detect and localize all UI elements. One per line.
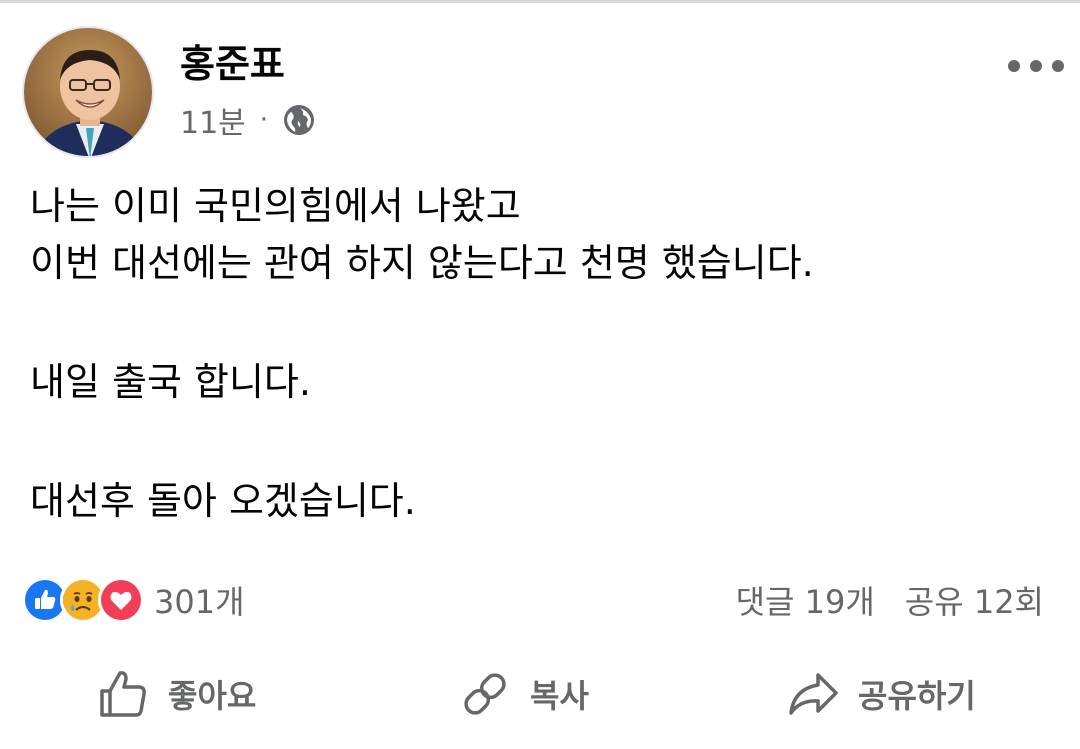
author-name[interactable]: 홍준표 bbox=[180, 40, 285, 88]
post-body: 나는 이미 국민의힘에서 나왔고 이번 대선에는 관여 하지 않는다고 천명 했… bbox=[30, 178, 1050, 530]
post-line: 내일 출국 합니다. bbox=[30, 360, 311, 404]
meta-separator: · bbox=[259, 105, 269, 135]
post-line: 이번 대선에는 관여 하지 않는다고 천명 했습니다. bbox=[30, 241, 814, 285]
like-button[interactable]: 좋아요 bbox=[96, 652, 256, 736]
share-button[interactable]: 공유하기 bbox=[786, 652, 976, 736]
thumbs-up-icon bbox=[100, 671, 146, 717]
more-dot-icon bbox=[1052, 60, 1064, 72]
facebook-post: 홍준표 11분 · 나는 이미 국민의힘에서 나왔고 이번 대선에는 관여 하지… bbox=[0, 0, 1080, 749]
more-options-button[interactable] bbox=[1008, 54, 1064, 78]
more-dot-icon bbox=[1030, 60, 1042, 72]
more-dot-icon bbox=[1008, 60, 1020, 72]
reaction-count: 301개 bbox=[154, 583, 245, 621]
post-meta: 11분 · bbox=[180, 98, 316, 142]
copy-label: 복사 bbox=[530, 677, 589, 715]
love-icon bbox=[98, 577, 144, 623]
share-label: 공유하기 bbox=[858, 677, 976, 715]
post-line: 나는 이미 국민의힘에서 나왔고 bbox=[30, 184, 521, 228]
post-line: 대선후 돌아 오겠습니다. bbox=[30, 479, 416, 523]
globe-icon[interactable] bbox=[282, 103, 316, 137]
avatar[interactable] bbox=[22, 26, 154, 158]
top-divider bbox=[0, 0, 1080, 3]
copy-link-button[interactable]: 복사 bbox=[458, 652, 589, 736]
engagement-stats: 댓글 19개 공유 12회 bbox=[736, 576, 1044, 624]
post-line-blank bbox=[30, 411, 1050, 473]
share-arrow-icon bbox=[789, 673, 838, 715]
action-bar: 좋아요 복사 공유하기 bbox=[0, 652, 1080, 736]
avatar-image bbox=[24, 28, 152, 156]
post-time[interactable]: 11분 bbox=[180, 98, 246, 142]
reactions-summary[interactable]: 301개 bbox=[22, 576, 245, 624]
share-count[interactable]: 공유 12회 bbox=[905, 577, 1044, 623]
like-label: 좋아요 bbox=[168, 677, 257, 715]
comment-count[interactable]: 댓글 19개 bbox=[736, 577, 875, 623]
link-icon bbox=[464, 673, 506, 715]
post-line-blank bbox=[30, 292, 1050, 354]
